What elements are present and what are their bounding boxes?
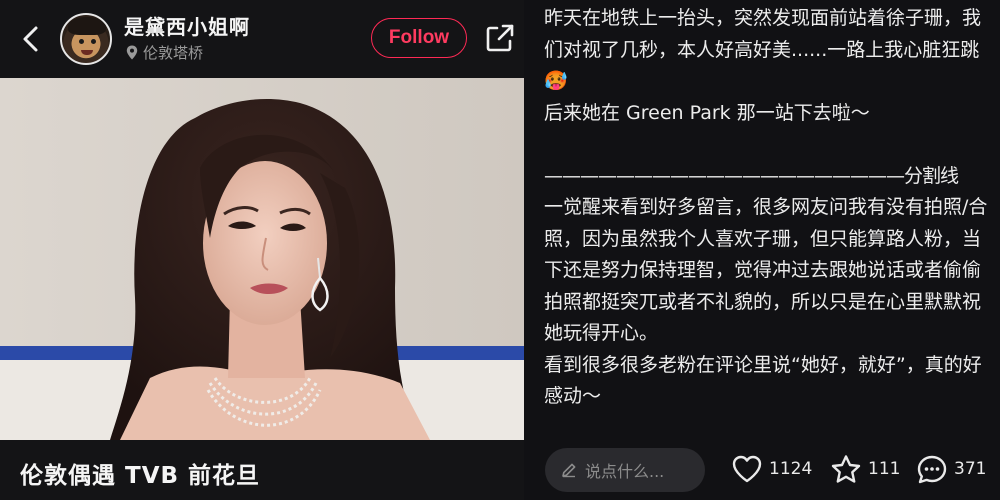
avatar[interactable] bbox=[60, 13, 112, 65]
favorite-button[interactable]: 111 bbox=[830, 454, 900, 484]
like-button[interactable]: 1124 bbox=[731, 454, 812, 484]
author-name[interactable]: 是黛西小姐啊 bbox=[124, 11, 250, 40]
post-title: 伦敦偶遇 TVB 前花旦 bbox=[20, 463, 261, 489]
paragraph: 一觉醒来看到好多留言，很多网友问我有没有拍照/合照，因为虽然我个人喜欢子珊，但只… bbox=[544, 196, 988, 344]
comment-count: 371 bbox=[954, 459, 987, 479]
comment-input[interactable]: 说点什么... bbox=[545, 448, 705, 492]
divider-line: ————————————————————分割线 bbox=[544, 164, 959, 187]
paragraph: 昨天在地铁上一抬头，突然发现面前站着徐子珊，我们对视了几秒，本人好高好美....… bbox=[544, 7, 982, 92]
post-content-pane: 昨天在地铁上一抬头，突然发现面前站着徐子珊，我们对视了几秒，本人好高好美....… bbox=[524, 0, 1000, 500]
portrait-image bbox=[0, 78, 524, 440]
location-pin-icon bbox=[126, 45, 138, 60]
follow-button[interactable]: Follow bbox=[371, 18, 467, 58]
heart-icon bbox=[732, 455, 762, 483]
paragraph: 后来她在 Green Park 那一站下去啦～ bbox=[544, 101, 870, 124]
location-label: 伦敦塔桥 bbox=[143, 44, 204, 62]
location-tag[interactable]: 伦敦塔桥 bbox=[126, 42, 203, 63]
post-media-pane: 是黛西小姐啊 伦敦塔桥 Follow 伦敦偶遇 TVB 前花旦 bbox=[0, 0, 524, 500]
star-icon bbox=[831, 455, 861, 483]
interaction-bar: 说点什么... 1124 111 371 bbox=[524, 440, 1000, 500]
share-icon[interactable] bbox=[484, 22, 516, 54]
comment-placeholder: 说点什么... bbox=[585, 462, 665, 481]
comment-bubble-icon bbox=[917, 455, 947, 484]
post-header: 是黛西小姐啊 伦敦塔桥 Follow bbox=[0, 0, 524, 78]
post-body[interactable]: 昨天在地铁上一抬头，突然发现面前站着徐子珊，我们对视了几秒，本人好高好美....… bbox=[544, 3, 994, 439]
paragraph: 看到很多很多老粉在评论里说“她好，就好”，真的好感动～ bbox=[544, 353, 982, 408]
post-photo[interactable] bbox=[0, 78, 524, 440]
comment-button[interactable]: 371 bbox=[916, 454, 986, 484]
back-arrow-icon[interactable] bbox=[14, 20, 48, 58]
favorite-count: 111 bbox=[868, 459, 901, 479]
like-count: 1124 bbox=[769, 459, 813, 479]
pencil-icon bbox=[562, 463, 576, 478]
